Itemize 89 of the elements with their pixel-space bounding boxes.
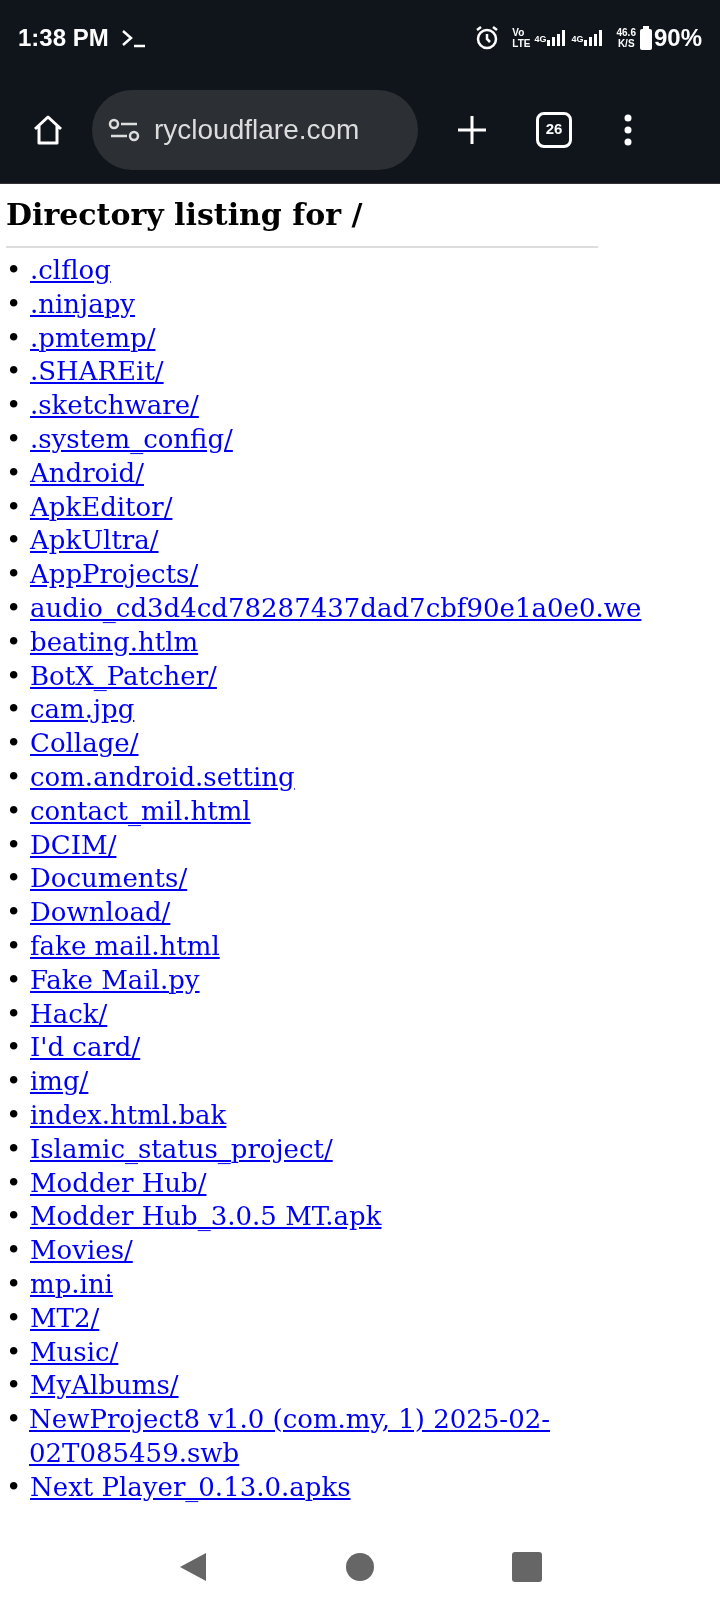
bullet: • [6, 1301, 23, 1335]
file-link[interactable]: AppProjects/ [30, 558, 199, 592]
net-speed: 46.6 K/S [616, 27, 636, 49]
file-link[interactable]: ApkUltra/ [30, 524, 159, 559]
url-text: rycloudflare.com [154, 112, 360, 147]
file-link[interactable]: .ninjapy [30, 287, 135, 322]
bullet: • [6, 794, 23, 828]
file-link[interactable]: beating.htlm [30, 625, 199, 660]
file-link[interactable]: index.html.bak [30, 1098, 227, 1133]
bullet: • [6, 1098, 23, 1132]
bullet: • [6, 254, 23, 287]
file-link[interactable]: Islamic_status_project/ [30, 1132, 333, 1167]
file-link[interactable]: Modder Hub/ [30, 1166, 207, 1201]
file-link[interactable]: Download/ [30, 896, 171, 930]
bullet: • [6, 828, 23, 862]
file-link[interactable]: Movies/ [30, 1234, 133, 1268]
file-link[interactable]: cam.jpg [30, 693, 135, 728]
file-link[interactable]: MyAlbums/ [30, 1369, 179, 1404]
network-type-label: 4G [534, 32, 547, 46]
bullet: • [6, 524, 23, 558]
bullet: • [6, 1369, 23, 1403]
file-link[interactable]: .SHAREit/ [30, 355, 164, 390]
bullet: • [6, 1200, 23, 1234]
bullet: • [6, 389, 23, 423]
bullet: • [6, 760, 23, 794]
bullet: • [6, 1031, 23, 1065]
bullet: • [6, 659, 23, 693]
file-link[interactable]: Documents/ [30, 862, 188, 897]
file-link[interactable]: DCIM/ [30, 828, 117, 863]
file-link[interactable]: I'd card/ [30, 1031, 141, 1066]
bullet: • [6, 862, 23, 896]
signal-icon [584, 30, 605, 46]
bullet: • [6, 490, 23, 524]
bullet: • [6, 963, 23, 997]
bullet: • [6, 355, 23, 389]
battery-percent: 90% [653, 23, 702, 53]
file-link[interactable]: NewProject8 v1.0 (com.my, 1) 2025-02-02T085459.swb [29, 1403, 566, 1471]
back-icon[interactable] [178, 1551, 208, 1583]
bullet: • [6, 321, 23, 355]
file-link[interactable]: Next Player_0.13.0.apks [30, 1470, 351, 1505]
address-bar[interactable]: rycloudflare.com [92, 89, 418, 170]
status-time: 1:38 PM [18, 23, 109, 53]
file-link[interactable]: BotX_Patcher/ [30, 659, 217, 694]
bullet: • [6, 1166, 23, 1200]
bullet: • [6, 929, 23, 963]
bullet: • [6, 693, 23, 727]
file-link[interactable]: Android/ [30, 456, 144, 491]
bullet: • [6, 1470, 23, 1504]
file-link[interactable]: Music/ [30, 1335, 119, 1370]
bullet: • [6, 1267, 23, 1301]
file-link[interactable]: Fake Mail.py [30, 963, 200, 998]
bullet: • [6, 1335, 23, 1369]
tab-count-button[interactable]: 26 [536, 111, 572, 148]
file-link[interactable]: fake mail.html [30, 929, 220, 964]
bullet: • [6, 1132, 23, 1166]
bullet: • [6, 287, 23, 321]
file-link[interactable]: Hack/ [30, 997, 108, 1032]
file-link[interactable]: audio_cd3d4cd78287437dad7cbf90e1a0e0.we [30, 591, 642, 626]
bullet: • [6, 1065, 23, 1099]
bullet: • [6, 896, 23, 930]
file-link[interactable]: .pmtemp/ [30, 321, 156, 356]
file-link[interactable]: Modder Hub_3.0.5 MT.apk [30, 1200, 382, 1235]
file-link[interactable]: .system_config/ [30, 423, 233, 457]
bullet: • [6, 456, 23, 490]
terminal-icon [120, 28, 147, 48]
bullet: • [6, 1403, 23, 1437]
file-link[interactable]: com.android.setting [30, 760, 295, 795]
page-heading: Directory listing for / [6, 196, 364, 234]
volte-label: Vo LTE [512, 27, 531, 49]
file-link[interactable]: img/ [30, 1065, 89, 1099]
bullet: • [6, 423, 23, 456]
file-link[interactable]: Collage/ [30, 727, 139, 761]
home-icon[interactable] [346, 1553, 374, 1581]
bullet: • [6, 1234, 23, 1268]
bullet: • [6, 591, 23, 625]
file-link[interactable]: mp.ini [30, 1267, 113, 1302]
file-link[interactable]: ApkEditor/ [30, 490, 173, 525]
bullet: • [6, 997, 23, 1031]
bullet: • [6, 558, 23, 592]
file-link[interactable]: .clflog [30, 254, 111, 288]
site-settings-icon[interactable] [108, 117, 140, 142]
bullet: • [6, 625, 23, 659]
signal-icon [547, 30, 568, 46]
file-link[interactable]: .sketchware/ [30, 389, 199, 423]
file-link[interactable]: contact_mil.html [30, 794, 251, 829]
network-type-label: 4G [571, 32, 584, 46]
bullet: • [6, 727, 23, 761]
file-link[interactable]: MT2/ [30, 1301, 100, 1336]
battery-icon [639, 26, 652, 50]
